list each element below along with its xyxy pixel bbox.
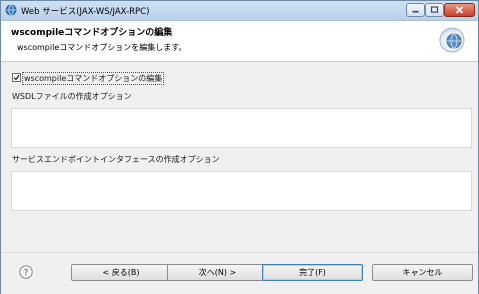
maximize-icon (430, 6, 439, 13)
wizard-header: wscompileコマンドオプションの編集 wscompileコマンドオプション… (1, 21, 478, 62)
window-title: Web サービス(JAX-WS/JAX-RPC) (21, 7, 150, 17)
sei-options-field[interactable] (11, 171, 472, 211)
wsdl-options-label: WSDLファイルの作成オプション (12, 92, 132, 101)
help-icon[interactable]: ? (19, 265, 33, 279)
close-button[interactable] (444, 3, 475, 17)
cancel-button[interactable]: キャンセル (372, 264, 473, 281)
edit-options-checkbox-label[interactable]: wscompileコマンドオプションの編集 (22, 72, 165, 85)
web-service-icon (5, 4, 17, 16)
edit-options-checkbox[interactable] (12, 73, 21, 82)
checkmark-icon (13, 74, 20, 81)
back-button[interactable]: < 戻る(B) (71, 264, 171, 281)
page-title: wscompileコマンドオプションの編集 (11, 28, 173, 38)
close-icon (455, 6, 464, 14)
wizard-footer: ? < 戻る(B) 次へ(N) > 完了(F) キャンセル (1, 252, 478, 294)
wizard-content: wscompileコマンドオプションの編集 WSDLファイルの作成オプション サ… (1, 62, 478, 252)
minimize-button[interactable] (406, 3, 425, 17)
wizard-globe-icon (437, 25, 467, 55)
minimize-icon (412, 10, 419, 13)
maximize-button[interactable] (425, 3, 444, 17)
finish-button[interactable]: 完了(F) (262, 264, 363, 281)
wsdl-options-field[interactable] (11, 108, 472, 148)
dialog-window: Web サービス(JAX-WS/JAX-RPC) wscompileコマンドオプ… (0, 0, 479, 294)
svg-text:?: ? (24, 268, 29, 278)
next-button[interactable]: 次へ(N) > (167, 264, 268, 281)
page-description: wscompileコマンドオプションを編集します。 (17, 43, 187, 52)
title-bar[interactable]: Web サービス(JAX-WS/JAX-RPC) (1, 1, 478, 21)
sei-options-label: サービスエンドポイントインタフェースの作成オプション (12, 155, 220, 164)
